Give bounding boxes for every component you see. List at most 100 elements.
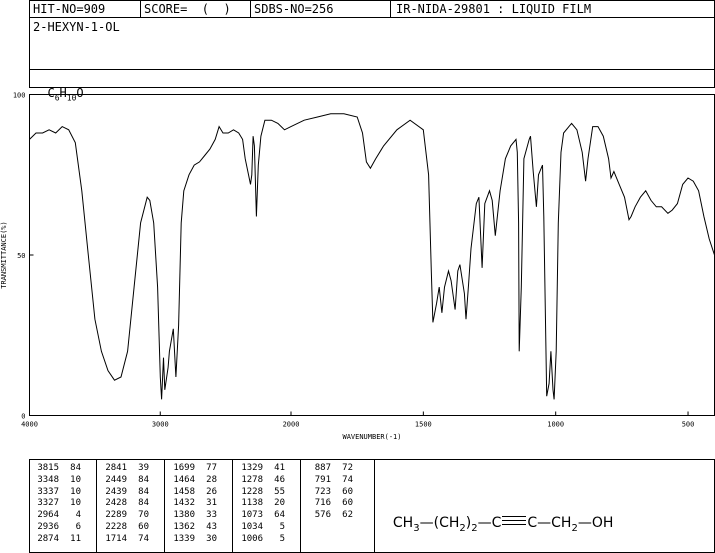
peak-transmittance: 6 [75, 521, 81, 532]
x-axis-ticks: 4000 3000 2000 1500 1000 500 [21, 411, 695, 429]
peak-row: 2289 70 [101, 510, 149, 522]
peak-wavenumber: 3327 [37, 498, 59, 509]
peak-wavenumber: 2439 [105, 486, 127, 497]
peak-row: 2439 84 [101, 487, 149, 499]
y-axis-label: TRANSMITTANCE(%) [0, 221, 8, 288]
x-tick-label: 1000 [547, 421, 564, 429]
x-tick-label: 500 [682, 421, 695, 429]
peak-wavenumber: 2936 [37, 521, 59, 532]
peak-column: 1329 41 1278 46 1228 55 1138 20 1073 64 1034 5 1006 5 [237, 463, 285, 546]
header-divider-2 [250, 0, 251, 18]
y-axis-ticks: 100 50 0 [13, 92, 34, 421]
peak-wavenumber: 723 [314, 486, 331, 497]
compound-name-box [29, 17, 715, 70]
struct-c-alkyne-2: C [527, 515, 538, 531]
peak-wavenumber: 1034 [241, 521, 263, 532]
header-divider-1 [140, 0, 141, 18]
peak-transmittance: 84 [138, 486, 149, 497]
peak-row: 1278 46 [237, 475, 285, 487]
x-tick-label: 1500 [415, 421, 432, 429]
struct-oh: OH [591, 515, 614, 531]
peak-row: 2964 4 [33, 510, 81, 522]
peak-wavenumber: 716 [314, 498, 331, 509]
x-tick-label: 2000 [283, 421, 300, 429]
peak-row: 1228 55 [237, 487, 285, 499]
header-row-1 [29, 0, 715, 18]
peak-wavenumber: 887 [314, 463, 331, 473]
peak-row: 1714 74 [101, 534, 149, 546]
spectrum-line [29, 113, 715, 400]
struct-ch2-alcohol: CH [551, 515, 572, 531]
peak-transmittance: 33 [206, 510, 217, 521]
peak-row: 1329 41 [237, 463, 285, 475]
peak-row: 2841 39 [101, 463, 149, 475]
peak-row: 716 60 [305, 498, 353, 510]
peak-row: 2936 6 [33, 522, 81, 534]
peak-wavenumber: 1329 [241, 463, 263, 473]
peak-transmittance: 84 [138, 474, 149, 485]
peak-transmittance: 62 [342, 510, 353, 521]
struct-bond-2: — [477, 515, 492, 531]
ir-measurement-info: IR-NIDA-29801 : LIQUID FILM [396, 2, 592, 16]
peak-row: 1006 5 [237, 534, 285, 546]
structural-formula: CH3—(CH2)2—C C—CH2—OH [384, 499, 613, 534]
struct-c-alkyne-1: C [491, 515, 502, 531]
peak-wavenumber: 2228 [105, 521, 127, 532]
peak-wavenumber: 1699 [173, 463, 195, 473]
peak-wavenumber: 1339 [173, 533, 195, 544]
peak-wavenumber: 3815 [37, 463, 59, 473]
plot-frame [29, 94, 715, 416]
peak-row: 2428 84 [101, 498, 149, 510]
peak-row: 576 62 [305, 510, 353, 522]
compound-name: 2-HEXYN-1-OL [33, 20, 120, 34]
peak-transmittance: 55 [274, 486, 285, 497]
peak-wavenumber: 2449 [105, 474, 127, 485]
peak-transmittance: 5 [279, 521, 285, 532]
struct-ch2-repeat: CH [439, 515, 460, 531]
peak-transmittance: 46 [274, 474, 285, 485]
ir-spectrum-chart: 100500 4000 3000 2000 1500 1000 500 WAVENUMBE… [0, 92, 715, 441]
x-tick-label: 4000 [21, 421, 38, 429]
peak-row: 791 74 [305, 475, 353, 487]
peak-wavenumber: 2874 [37, 533, 59, 544]
peak-transmittance: 41 [274, 463, 285, 473]
peak-row: 1362 43 [169, 522, 217, 534]
peak-transmittance: 5 [279, 533, 285, 544]
peak-row: 3337 10 [33, 487, 81, 499]
peak-column-divider [96, 459, 97, 553]
x-tick-label: 3000 [152, 421, 169, 429]
struct-ch3: CH [392, 515, 414, 531]
peak-column: 887 72 791 74 723 60 716 60 576 62 [305, 463, 353, 522]
sdbs-number: SDBS-NO=256 [254, 2, 334, 16]
peak-wavenumber: 1362 [173, 521, 195, 532]
peak-transmittance: 20 [274, 498, 285, 509]
peak-transmittance: 74 [138, 533, 149, 544]
peak-row: 2228 60 [101, 522, 149, 534]
peak-row: 1458 26 [169, 487, 217, 499]
peak-table: 3815 84 3348 10 3337 10 3327 10 2964 4 2936 6 2874 11… [29, 459, 375, 553]
peak-wavenumber: 3337 [37, 486, 59, 497]
peak-transmittance: 26 [206, 486, 217, 497]
peak-wavenumber: 1464 [173, 474, 195, 485]
peak-column-divider [164, 459, 165, 553]
peak-transmittance: 43 [206, 521, 217, 532]
peak-row: 1432 31 [169, 498, 217, 510]
peak-transmittance: 10 [70, 486, 81, 497]
y-tick-label: 0 [21, 413, 25, 421]
peak-transmittance: 39 [138, 463, 149, 473]
peak-transmittance: 4 [75, 510, 81, 521]
peak-transmittance: 30 [206, 533, 217, 544]
peak-transmittance: 11 [70, 533, 81, 544]
peak-wavenumber: 1006 [241, 533, 263, 544]
peak-wavenumber: 576 [314, 510, 331, 521]
peak-transmittance: 10 [70, 474, 81, 485]
y-tick-label: 50 [17, 252, 25, 260]
peak-row: 887 72 [305, 463, 353, 475]
peak-row: 3327 10 [33, 498, 81, 510]
struct-triple-bond [501, 516, 527, 525]
peak-row: 2874 11 [33, 534, 81, 546]
peak-transmittance: 60 [342, 486, 353, 497]
peak-wavenumber: 1138 [241, 498, 263, 509]
peak-row: 1073 64 [237, 510, 285, 522]
peak-row: 3348 10 [33, 475, 81, 487]
